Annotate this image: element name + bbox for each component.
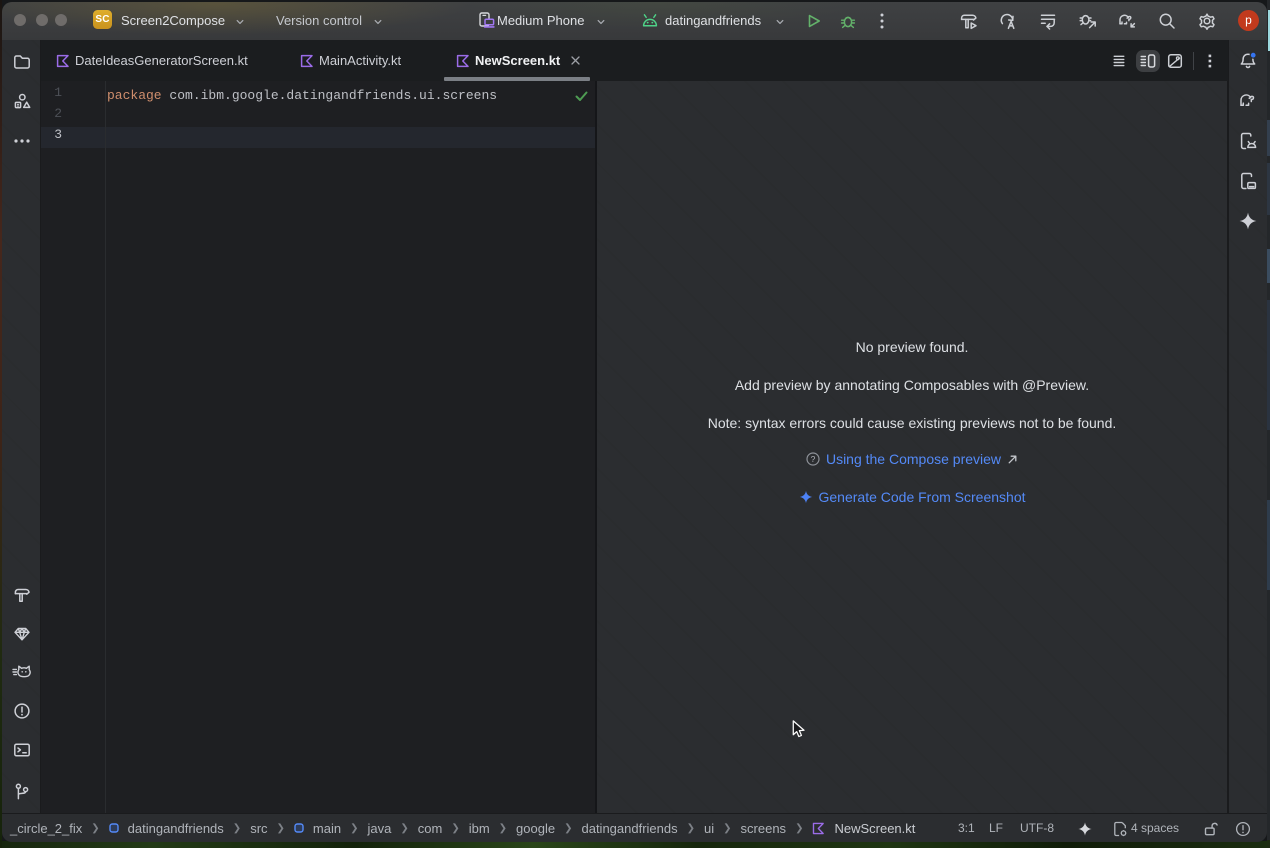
svg-text:?: ? — [811, 454, 816, 464]
